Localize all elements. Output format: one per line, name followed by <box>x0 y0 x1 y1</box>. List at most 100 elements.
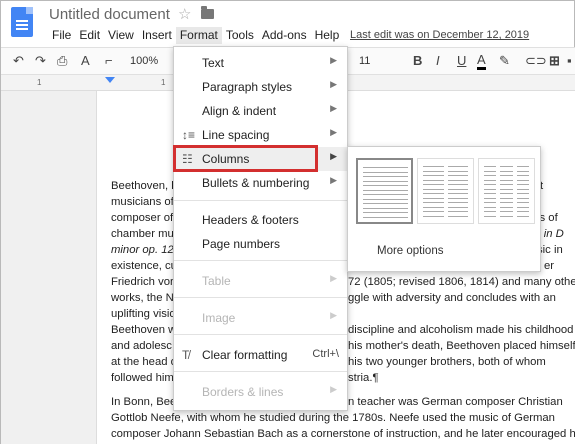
doc-line[interactable]: Beethoven w <box>111 323 176 338</box>
menu-item-label: Page numbers <box>202 237 281 251</box>
doc-fragment[interactable]: discipline and alcoholism made his child… <box>348 323 573 338</box>
doc-line[interactable]: existence, cu <box>111 259 177 274</box>
doc-line[interactable]: musicians of <box>111 195 174 210</box>
menu-item-label: Line spacing <box>202 128 270 142</box>
column-preview-line <box>447 211 468 212</box>
doc-fragment[interactable]: ggle with adversity and concludes with a… <box>348 291 556 306</box>
menu-item-label: Image <box>202 311 236 325</box>
menu-item-headers-footers[interactable]: Headers & footers <box>174 208 347 232</box>
menu-view[interactable]: View <box>104 27 138 44</box>
column-preview-line <box>484 215 497 217</box>
undo-icon[interactable]: ↶ <box>13 53 24 69</box>
doc-line[interactable]: composer of <box>111 211 173 226</box>
star-icon[interactable]: ☆ <box>178 5 191 23</box>
highlight-icon[interactable]: ✎ <box>499 53 510 69</box>
menu-item-line-spacing[interactable]: ↕≡ Line spacing ▶ <box>174 123 347 147</box>
column-preview-line <box>484 175 497 176</box>
menu-item-borders-lines: Borders & lines ▶ <box>174 380 347 404</box>
menu-item-text[interactable]: Text ▶ <box>174 51 347 75</box>
italic-icon[interactable]: I <box>436 53 440 68</box>
menu-item-paragraph-styles[interactable]: Paragraph styles ▶ <box>174 75 347 99</box>
menu-item-bullets-numbering[interactable]: Bullets & numbering ▶ <box>174 171 347 195</box>
doc-fragment[interactable]: stria.¶ <box>348 371 379 386</box>
doc-line[interactable]: minor op. 12 <box>111 243 174 258</box>
column-preview-line <box>447 197 468 199</box>
image-icon[interactable]: ▪ <box>567 53 572 68</box>
menu-file[interactable]: File <box>48 27 75 44</box>
menu-separator <box>174 260 347 261</box>
doc-line[interactable]: and adolesc <box>111 339 172 354</box>
column-preview-line <box>516 184 529 185</box>
doc-fragment[interactable]: er <box>544 259 554 274</box>
doc-line[interactable]: followed him <box>111 371 174 386</box>
doc-fragment[interactable]: n teacher was German composer Christian <box>348 395 563 410</box>
column-preview-line <box>484 206 497 208</box>
column-preview-line <box>516 166 529 167</box>
column-preview-line <box>484 197 497 199</box>
bold-icon[interactable]: B <box>413 53 422 68</box>
one-column-option[interactable] <box>356 158 413 224</box>
submenu-arrow-icon: ▶ <box>330 127 337 137</box>
column-preview-line <box>500 179 513 181</box>
document-title[interactable]: Untitled document <box>49 6 170 23</box>
zoom-select[interactable]: 100% <box>130 55 158 67</box>
menu-tools[interactable]: Tools <box>222 27 258 44</box>
column-preview-line <box>447 215 468 217</box>
doc-fragment[interactable]: 72 (1805; revised 1806, 1814) and many o… <box>348 275 575 290</box>
docs-logo-icon[interactable] <box>11 7 33 37</box>
three-column-option[interactable] <box>478 158 535 224</box>
doc-line[interactable]: Friedrich vor <box>111 275 174 290</box>
column-preview-line <box>484 179 497 181</box>
link-icon[interactable]: ⊂⊃ <box>525 53 547 69</box>
more-options-button[interactable]: More options <box>377 245 443 257</box>
doc-line[interactable]: Gottlob Neefe, with whom he studied duri… <box>111 411 555 426</box>
column-preview-line <box>484 211 497 212</box>
column-preview-line <box>363 207 408 209</box>
column-preview-line <box>423 206 444 208</box>
folder-icon[interactable] <box>201 6 214 19</box>
submenu-arrow-icon: ▶ <box>330 384 337 394</box>
submenu-arrow-icon: ▶ <box>330 175 337 185</box>
menu-item-align-indent[interactable]: Align & indent ▶ <box>174 99 347 123</box>
doc-line[interactable]: works, the N <box>111 291 174 306</box>
menu-item-page-numbers[interactable]: Page numbers <box>174 232 347 256</box>
two-column-option[interactable] <box>417 158 474 224</box>
column-preview-line <box>500 193 513 194</box>
redo-icon[interactable]: ↷ <box>35 53 46 69</box>
column-preview-line <box>423 211 444 212</box>
menu-addons[interactable]: Add-ons <box>258 27 311 44</box>
doc-line[interactable]: uplifting visio <box>111 307 176 322</box>
menu-insert[interactable]: Insert <box>138 27 176 44</box>
column-preview-line <box>500 184 513 185</box>
indent-marker[interactable] <box>105 77 115 83</box>
column-preview-line <box>423 197 444 199</box>
column-preview-line <box>516 175 529 176</box>
column-preview-line <box>516 197 529 199</box>
column-preview-line <box>500 170 513 172</box>
text-color-icon[interactable]: A <box>477 53 486 70</box>
print-icon[interactable]: ⎙ <box>57 53 67 69</box>
menu-help[interactable]: Help <box>311 27 344 44</box>
doc-line[interactable]: Beethoven, l <box>111 179 174 194</box>
column-preview-line <box>516 206 529 208</box>
doc-fragment[interactable]: his mother's death, Beethoven placed him… <box>348 339 575 354</box>
paint-format-icon[interactable]: ⌐ <box>105 53 113 68</box>
comment-icon[interactable]: ⊞ <box>549 53 560 69</box>
menu-format[interactable]: Format <box>175 27 222 44</box>
spellcheck-icon[interactable]: A <box>81 53 90 68</box>
menu-separator <box>174 371 347 372</box>
doc-line[interactable]: at the head o <box>111 355 177 370</box>
doc-line[interactable]: In Bonn, Bee <box>111 395 176 410</box>
menu-separator <box>174 334 347 335</box>
menu-item-clear-formatting[interactable]: T̸ Clear formatting Ctrl+\ <box>174 343 347 367</box>
doc-fragment[interactable]: his two younger brothers, both of whom <box>348 355 546 370</box>
underline-icon[interactable]: U <box>457 53 466 68</box>
font-size-select[interactable]: 11 <box>359 55 370 67</box>
doc-line[interactable]: chamber mu <box>111 227 174 242</box>
doc-line[interactable]: composer Johann Sebastian Bach as a corn… <box>111 427 575 442</box>
column-preview-line <box>447 202 468 203</box>
column-preview-line <box>423 202 444 203</box>
menu-edit[interactable]: Edit <box>75 27 104 44</box>
last-edit-link[interactable]: Last edit was on December 12, 2019 <box>350 27 529 44</box>
column-preview-line <box>516 211 529 212</box>
